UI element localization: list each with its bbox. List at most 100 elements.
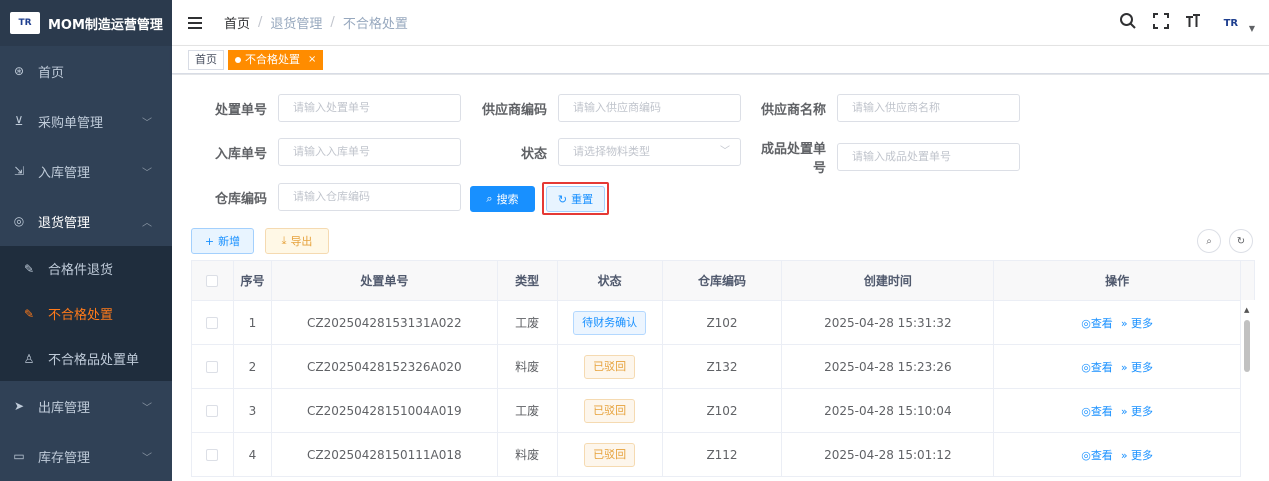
sidebar-item[interactable]: ⇲ 入库管理 ﹀ bbox=[0, 146, 172, 196]
cell-status: 已驳回 bbox=[558, 389, 663, 432]
breadcrumb-separator: / bbox=[258, 15, 263, 30]
user-icon: ♙ bbox=[23, 351, 35, 366]
sidebar-item-label: 首页 bbox=[38, 65, 65, 81]
more-link-label: 更多 bbox=[1131, 448, 1154, 462]
sidebar-item[interactable]: ➤ 出库管理 ﹀ bbox=[0, 381, 172, 431]
checkbox[interactable] bbox=[206, 274, 219, 287]
search-button[interactable]: ⌕ 搜索 bbox=[470, 186, 535, 212]
status-select[interactable]: 请选择物料类型 ﹀ bbox=[558, 138, 741, 166]
export-button[interactable]: ⤓ 导出 bbox=[265, 228, 329, 254]
warehouse-input[interactable]: 请输入仓库编码 bbox=[278, 183, 461, 211]
caret-down-icon[interactable]: ▼ bbox=[1249, 24, 1255, 33]
hamburger-icon[interactable] bbox=[188, 14, 202, 32]
sidebar-item[interactable]: ▭ 库存管理 ﹀ bbox=[0, 431, 172, 481]
table-row[interactable]: 4 CZ20250428150111A018 料废 已驳回 Z112 2025-04-28… bbox=[192, 433, 1255, 477]
eye-icon: ◎ bbox=[1081, 404, 1091, 418]
breadcrumb-returns[interactable]: 退货管理 bbox=[270, 13, 322, 32]
return-icon: ◎ bbox=[13, 214, 25, 228]
table-row[interactable]: 3 CZ20250428151004A019 工废 已驳回 Z102 2025-04-28… bbox=[192, 389, 1255, 433]
dashboard-icon: ⊛ bbox=[13, 64, 25, 78]
monitor-icon: ▭ bbox=[13, 449, 25, 463]
more-link-label: 更多 bbox=[1131, 316, 1154, 330]
supplier-code-input[interactable]: 请输入供应商编码 bbox=[558, 94, 741, 122]
sidebar-item-label: 入库管理 bbox=[38, 165, 91, 181]
download-icon: ⤓ bbox=[281, 234, 287, 247]
eye-icon: ◎ bbox=[1081, 448, 1091, 462]
scroll-up-icon[interactable]: ▲ bbox=[1244, 306, 1249, 314]
more-link[interactable]: » 更多 bbox=[1121, 359, 1153, 375]
edit-icon: ✎ bbox=[23, 306, 35, 321]
checkbox[interactable] bbox=[206, 316, 219, 329]
more-link[interactable]: » 更多 bbox=[1121, 403, 1153, 419]
close-icon[interactable]: × bbox=[308, 51, 316, 69]
eye-icon: ◎ bbox=[1081, 360, 1091, 374]
double-arrow-icon: » bbox=[1120, 448, 1132, 462]
breadcrumb-home[interactable]: 首页 bbox=[224, 13, 250, 32]
product-dispose-input[interactable]: 请输入成品处置单号 bbox=[837, 143, 1020, 171]
table-scrollbar[interactable]: ▲ bbox=[1241, 300, 1255, 481]
toggle-search-button[interactable]: ⌕ bbox=[1197, 229, 1221, 253]
cell-actions: ◎查看 » 更多 bbox=[994, 389, 1242, 432]
sidebar-item-label: 采购单管理 bbox=[38, 115, 104, 131]
row-select-cell[interactable] bbox=[192, 433, 234, 476]
view-link[interactable]: ◎查看 bbox=[1081, 403, 1113, 419]
breadcrumb-current: 不合格处置 bbox=[342, 17, 408, 32]
header-cell: 类型 bbox=[498, 261, 558, 300]
warehouse-label: 仓库编码 bbox=[214, 191, 267, 207]
more-link[interactable]: » 更多 bbox=[1121, 315, 1153, 331]
sidebar-item-label: 出库管理 bbox=[38, 400, 91, 416]
fullscreen-icon[interactable] bbox=[1152, 13, 1169, 33]
export-button-label: 导出 bbox=[290, 235, 313, 248]
cell-created: 2025-04-28 15:23:26 bbox=[782, 345, 995, 388]
header-select-all[interactable] bbox=[192, 261, 234, 300]
row-select-cell[interactable] bbox=[192, 301, 234, 344]
dispose-no-input[interactable]: 请输入处置单号 bbox=[278, 94, 461, 122]
table-body: 1 CZ20250428153131A022 工废 待财务确认 Z102 2025-04-… bbox=[192, 301, 1255, 477]
status-badge: 已驳回 bbox=[584, 354, 636, 379]
sidebar-item-label: 不合格品处置单 bbox=[48, 353, 140, 368]
refresh-button[interactable]: ↻ bbox=[1229, 229, 1253, 253]
sidebar-item-label: 退货管理 bbox=[38, 215, 91, 231]
product-dispose-label: 成品处置单号 bbox=[760, 142, 826, 176]
chevron-down-icon: ﹀ bbox=[142, 167, 152, 179]
inbound-no-input[interactable]: 请输入入库单号 bbox=[278, 138, 461, 166]
chevron-down-icon: ﹀ bbox=[142, 402, 152, 414]
view-link-label: 查看 bbox=[1090, 360, 1113, 374]
active-dot-icon bbox=[235, 56, 241, 63]
cell-type: 料废 bbox=[498, 433, 558, 476]
checkbox[interactable] bbox=[206, 404, 219, 417]
submenu-item[interactable]: ♙ 不合格品处置单 bbox=[0, 336, 172, 381]
row-select-cell[interactable] bbox=[192, 345, 234, 388]
font-size-icon[interactable] bbox=[1185, 13, 1201, 33]
cell-status: 已驳回 bbox=[558, 345, 663, 388]
view-link[interactable]: ◎查看 bbox=[1081, 447, 1113, 463]
sidebar-item[interactable]: ⊛ 首页 bbox=[0, 46, 172, 96]
more-link[interactable]: » 更多 bbox=[1121, 447, 1153, 463]
cell-warehouse: Z132 bbox=[663, 345, 783, 388]
submenu-item[interactable]: ✎ 不合格处置 bbox=[0, 291, 172, 336]
submenu-item[interactable]: ✎ 合格件退货 bbox=[0, 246, 172, 291]
search-icon[interactable] bbox=[1119, 12, 1137, 34]
cell-type: 工废 bbox=[498, 301, 558, 344]
supplier-name-input[interactable]: 请输入供应商名称 bbox=[837, 94, 1020, 122]
inbound-no-label: 入库单号 bbox=[214, 146, 267, 162]
tag-home[interactable]: 首页 bbox=[188, 49, 224, 70]
reset-button[interactable]: ↻ 重置 bbox=[546, 186, 605, 212]
view-link[interactable]: ◎查看 bbox=[1081, 359, 1113, 375]
row-select-cell[interactable] bbox=[192, 389, 234, 432]
sidebar-item[interactable]: ⊻ 采购单管理 ﹀ bbox=[0, 96, 172, 146]
search-button-label: 搜索 bbox=[496, 193, 519, 206]
logo-bar: TR MOM制造运营管理 bbox=[0, 0, 172, 46]
table-row[interactable]: 2 CZ20250428152326A020 料废 已驳回 Z132 2025-04-28… bbox=[192, 345, 1255, 389]
view-link[interactable]: ◎查看 bbox=[1081, 315, 1113, 331]
tag-active[interactable]: 不合格处置 × bbox=[228, 49, 324, 70]
user-avatar[interactable]: TR bbox=[1217, 14, 1245, 32]
add-button[interactable]: + 新增 bbox=[191, 228, 254, 254]
sidebar-item[interactable]: ◎ 退货管理 ︿ bbox=[0, 196, 172, 246]
more-link-label: 更多 bbox=[1131, 404, 1154, 418]
header-cell: 操作 bbox=[994, 261, 1242, 300]
checkbox[interactable] bbox=[206, 448, 219, 461]
checkbox[interactable] bbox=[206, 360, 219, 373]
scroll-thumb[interactable] bbox=[1244, 320, 1250, 372]
table-row[interactable]: 1 CZ20250428153131A022 工废 待财务确认 Z102 2025-04-… bbox=[192, 301, 1255, 345]
